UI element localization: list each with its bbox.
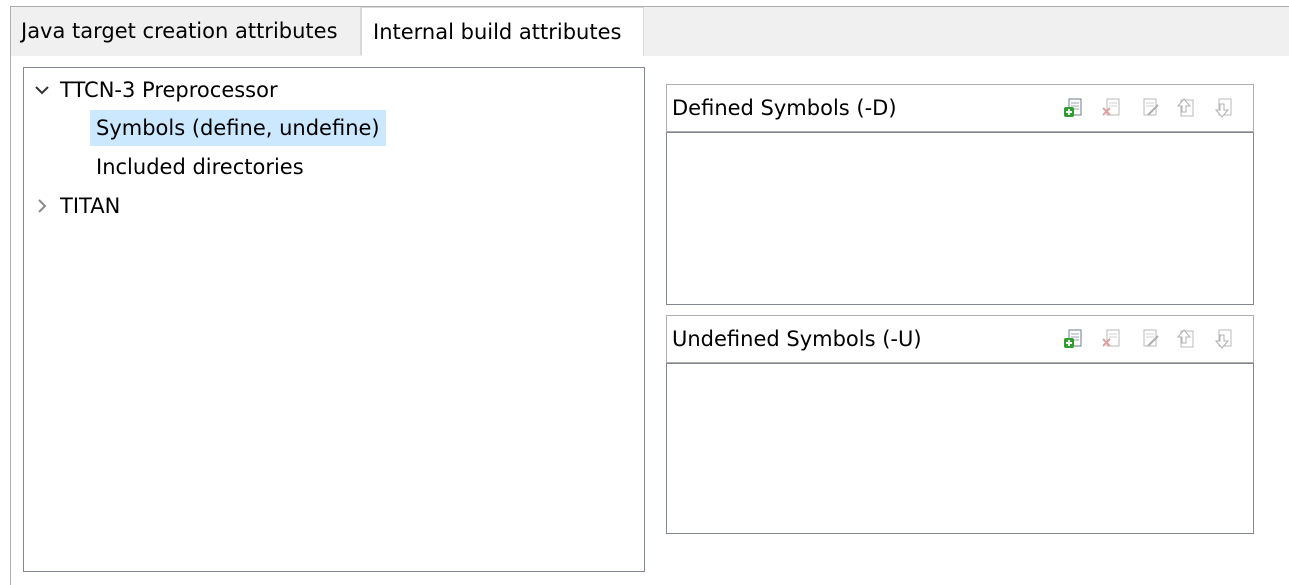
tab-java-target-creation-attributes[interactable]: Java target creation attributes	[11, 7, 361, 55]
delete-icon[interactable]	[1101, 328, 1123, 350]
defined-symbols-title: Defined Symbols (-D)	[672, 96, 897, 120]
tree-item-label: TTCN-3 Preprocessor	[60, 78, 278, 102]
edit-icon[interactable]	[1139, 97, 1161, 119]
tree-item-included-directories[interactable]: Included directories	[96, 149, 304, 185]
category-tree[interactable]: TTCN-3 Preprocessor Symbols (define, und…	[23, 67, 645, 572]
tree-item-ttcn3-preprocessor[interactable]: TTCN-3 Preprocessor	[34, 72, 278, 108]
tab-label: Java target creation attributes	[21, 19, 338, 43]
defined-symbols-group: Defined Symbols (-D)	[666, 84, 1254, 305]
tab-internal-build-attributes[interactable]: Internal build attributes	[361, 7, 644, 56]
tree-item-label: TITAN	[60, 194, 121, 218]
move-down-icon[interactable]	[1213, 328, 1235, 350]
edit-icon[interactable]	[1139, 328, 1161, 350]
tree-item-label: Included directories	[96, 155, 304, 179]
defined-symbols-header: Defined Symbols (-D)	[666, 84, 1254, 132]
tree-item-titan[interactable]: TITAN	[34, 188, 120, 224]
add-icon[interactable]	[1063, 328, 1085, 350]
defined-symbols-list[interactable]	[666, 132, 1254, 305]
undefined-symbols-header: Undefined Symbols (-U)	[666, 315, 1254, 363]
move-down-icon[interactable]	[1213, 97, 1235, 119]
chevron-down-icon[interactable]	[34, 82, 50, 98]
move-up-icon[interactable]	[1175, 328, 1197, 350]
move-up-icon[interactable]	[1175, 97, 1197, 119]
undefined-symbols-group: Undefined Symbols (-U)	[666, 315, 1254, 534]
undefined-symbols-list[interactable]	[666, 363, 1254, 534]
properties-page: Java target creation attributes Internal…	[0, 0, 1289, 585]
undefined-symbols-title: Undefined Symbols (-U)	[672, 327, 922, 351]
tab-label: Internal build attributes	[373, 20, 622, 44]
add-icon[interactable]	[1063, 97, 1085, 119]
chevron-right-icon[interactable]	[34, 198, 50, 214]
tree-item-label: Symbols (define, undefine)	[96, 116, 380, 140]
delete-icon[interactable]	[1101, 97, 1123, 119]
tree-item-symbols[interactable]: Symbols (define, undefine)	[90, 110, 386, 146]
